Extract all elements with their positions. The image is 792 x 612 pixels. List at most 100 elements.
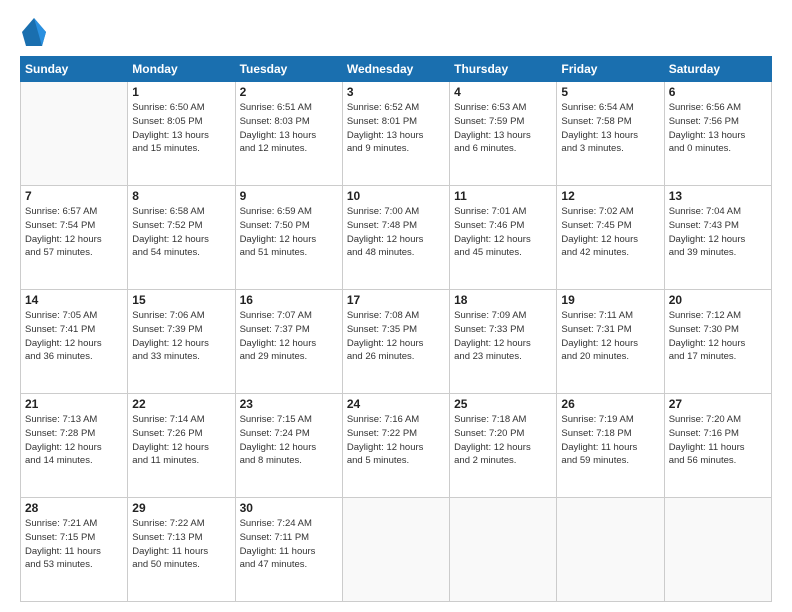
day-number: 23 (240, 397, 338, 411)
day-number: 28 (25, 501, 123, 515)
weekday-wednesday: Wednesday (342, 57, 449, 82)
calendar-cell (557, 498, 664, 602)
logo (20, 18, 46, 46)
day-info: Sunrise: 6:56 AMSunset: 7:56 PMDaylight:… (669, 101, 767, 156)
day-number: 25 (454, 397, 552, 411)
calendar-cell (21, 82, 128, 186)
day-info: Sunrise: 6:51 AMSunset: 8:03 PMDaylight:… (240, 101, 338, 156)
calendar-cell: 28 Sunrise: 7:21 AMSunset: 7:15 PMDayligh… (21, 498, 128, 602)
day-info: Sunrise: 7:04 AMSunset: 7:43 PMDaylight:… (669, 205, 767, 260)
day-info: Sunrise: 7:22 AMSunset: 7:13 PMDaylight:… (132, 517, 230, 572)
calendar-cell: 6 Sunrise: 6:56 AMSunset: 7:56 PMDaylight… (664, 82, 771, 186)
day-info: Sunrise: 7:05 AMSunset: 7:41 PMDaylight:… (25, 309, 123, 364)
calendar-cell: 3Sunrise: 6:52 AMSunset: 8:01 PMDaylight… (342, 82, 449, 186)
calendar-cell: 25 Sunrise: 7:18 AMSunset: 7:20 PMDayligh… (450, 394, 557, 498)
day-info: Sunrise: 6:54 AMSunset: 7:58 PMDaylight:… (561, 101, 659, 156)
day-number: 18 (454, 293, 552, 307)
day-info: Sunrise: 7:14 AMSunset: 7:26 PMDaylight:… (132, 413, 230, 468)
day-number: 24 (347, 397, 445, 411)
day-info: Sunrise: 7:06 AMSunset: 7:39 PMDaylight:… (132, 309, 230, 364)
weekday-tuesday: Tuesday (235, 57, 342, 82)
day-info: Sunrise: 7:16 AMSunset: 7:22 PMDaylight:… (347, 413, 445, 468)
day-info: Sunrise: 6:58 AMSunset: 7:52 PMDaylight:… (132, 205, 230, 260)
day-number: 26 (561, 397, 659, 411)
weekday-sunday: Sunday (21, 57, 128, 82)
calendar-cell: 5 Sunrise: 6:54 AMSunset: 7:58 PMDaylight… (557, 82, 664, 186)
calendar-cell: 15 Sunrise: 7:06 AMSunset: 7:39 PMDayligh… (128, 290, 235, 394)
day-number: 21 (25, 397, 123, 411)
day-number: 1 (132, 85, 230, 99)
week-row-1: 7 Sunrise: 6:57 AMSunset: 7:54 PMDaylight… (21, 186, 772, 290)
day-number: 13 (669, 189, 767, 203)
calendar-cell: 21 Sunrise: 7:13 AMSunset: 7:28 PMDayligh… (21, 394, 128, 498)
weekday-saturday: Saturday (664, 57, 771, 82)
day-info: Sunrise: 6:53 AMSunset: 7:59 PMDaylight:… (454, 101, 552, 156)
day-info: Sunrise: 7:07 AMSunset: 7:37 PMDaylight:… (240, 309, 338, 364)
day-info: Sunrise: 7:13 AMSunset: 7:28 PMDaylight:… (25, 413, 123, 468)
day-number: 12 (561, 189, 659, 203)
logo-icon (22, 18, 46, 46)
day-number: 16 (240, 293, 338, 307)
week-row-0: 1 Sunrise: 6:50 AMSunset: 8:05 PMDaylight… (21, 82, 772, 186)
calendar-cell: 9 Sunrise: 6:59 AMSunset: 7:50 PMDaylight… (235, 186, 342, 290)
day-number: 30 (240, 501, 338, 515)
calendar-cell (342, 498, 449, 602)
day-info: Sunrise: 7:18 AMSunset: 7:20 PMDaylight:… (454, 413, 552, 468)
day-info: Sunrise: 7:09 AMSunset: 7:33 PMDaylight:… (454, 309, 552, 364)
page: SundayMondayTuesdayWednesdayThursdayFrid… (0, 0, 792, 612)
week-row-3: 21 Sunrise: 7:13 AMSunset: 7:28 PMDayligh… (21, 394, 772, 498)
day-info: Sunrise: 7:19 AMSunset: 7:18 PMDaylight:… (561, 413, 659, 468)
day-number: 2 (240, 85, 338, 99)
calendar-cell: 4 Sunrise: 6:53 AMSunset: 7:59 PMDaylight… (450, 82, 557, 186)
day-number: 8 (132, 189, 230, 203)
calendar-cell: 8 Sunrise: 6:58 AMSunset: 7:52 PMDaylight… (128, 186, 235, 290)
calendar-cell: 11 Sunrise: 7:01 AMSunset: 7:46 PMDayligh… (450, 186, 557, 290)
calendar-cell: 30 Sunrise: 7:24 AMSunset: 7:11 PMDayligh… (235, 498, 342, 602)
calendar-cell: 27 Sunrise: 7:20 AMSunset: 7:16 PMDayligh… (664, 394, 771, 498)
day-info: Sunrise: 7:21 AMSunset: 7:15 PMDaylight:… (25, 517, 123, 572)
day-info: Sunrise: 7:12 AMSunset: 7:30 PMDaylight:… (669, 309, 767, 364)
day-number: 11 (454, 189, 552, 203)
day-info: Sunrise: 7:15 AMSunset: 7:24 PMDaylight:… (240, 413, 338, 468)
calendar-cell: 22 Sunrise: 7:14 AMSunset: 7:26 PMDayligh… (128, 394, 235, 498)
day-number: 27 (669, 397, 767, 411)
calendar-cell: 18 Sunrise: 7:09 AMSunset: 7:33 PMDayligh… (450, 290, 557, 394)
day-info: Sunrise: 7:00 AMSunset: 7:48 PMDaylight:… (347, 205, 445, 260)
day-number: 6 (669, 85, 767, 99)
day-number: 22 (132, 397, 230, 411)
calendar-cell: 16 Sunrise: 7:07 AMSunset: 7:37 PMDayligh… (235, 290, 342, 394)
calendar-cell: 2 Sunrise: 6:51 AMSunset: 8:03 PMDaylight… (235, 82, 342, 186)
calendar-cell (450, 498, 557, 602)
day-info: Sunrise: 6:59 AMSunset: 7:50 PMDaylight:… (240, 205, 338, 260)
day-info: Sunrise: 7:24 AMSunset: 7:11 PMDaylight:… (240, 517, 338, 572)
calendar-cell (664, 498, 771, 602)
calendar-cell: 20 Sunrise: 7:12 AMSunset: 7:30 PMDayligh… (664, 290, 771, 394)
day-info: Sunrise: 7:01 AMSunset: 7:46 PMDaylight:… (454, 205, 552, 260)
calendar-cell: 26 Sunrise: 7:19 AMSunset: 7:18 PMDayligh… (557, 394, 664, 498)
day-number: 17 (347, 293, 445, 307)
day-number: 29 (132, 501, 230, 515)
day-number: 20 (669, 293, 767, 307)
calendar-cell: 24 Sunrise: 7:16 AMSunset: 7:22 PMDayligh… (342, 394, 449, 498)
day-info: Sunrise: 7:08 AMSunset: 7:35 PMDaylight:… (347, 309, 445, 364)
day-number: 15 (132, 293, 230, 307)
day-number: 4 (454, 85, 552, 99)
calendar-cell: 13 Sunrise: 7:04 AMSunset: 7:43 PMDayligh… (664, 186, 771, 290)
day-number: 3 (347, 85, 445, 99)
weekday-header-row: SundayMondayTuesdayWednesdayThursdayFrid… (21, 57, 772, 82)
day-info: Sunrise: 6:50 AMSunset: 8:05 PMDaylight:… (132, 101, 230, 156)
day-number: 9 (240, 189, 338, 203)
header (20, 18, 772, 46)
calendar-cell: 19Sunrise: 7:11 AMSunset: 7:31 PMDayligh… (557, 290, 664, 394)
week-row-2: 14Sunrise: 7:05 AMSunset: 7:41 PMDayligh… (21, 290, 772, 394)
calendar-cell: 10 Sunrise: 7:00 AMSunset: 7:48 PMDayligh… (342, 186, 449, 290)
calendar-cell: 7 Sunrise: 6:57 AMSunset: 7:54 PMDaylight… (21, 186, 128, 290)
day-info: Sunrise: 7:20 AMSunset: 7:16 PMDaylight:… (669, 413, 767, 468)
calendar-table: SundayMondayTuesdayWednesdayThursdayFrid… (20, 56, 772, 602)
day-info: Sunrise: 6:57 AMSunset: 7:54 PMDaylight:… (25, 205, 123, 260)
day-number: 10 (347, 189, 445, 203)
day-number: 7 (25, 189, 123, 203)
day-number: 5 (561, 85, 659, 99)
day-info: Sunrise: 7:02 AMSunset: 7:45 PMDaylight:… (561, 205, 659, 260)
day-info: Sunrise: 7:11 AMSunset: 7:31 PMDaylight:… (561, 309, 659, 364)
